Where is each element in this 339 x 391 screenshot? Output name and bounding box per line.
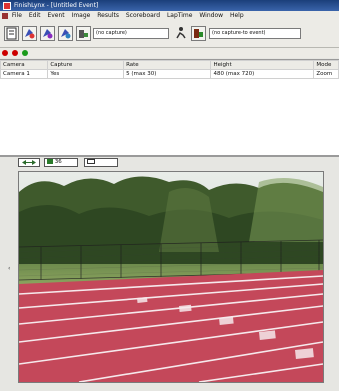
document-icon[interactable] [2, 12, 8, 19]
menu-window[interactable]: Window [199, 12, 223, 19]
cell-camera: Camera 1 [0, 69, 49, 79]
save-icon [61, 29, 71, 39]
stop-icon[interactable] [2, 50, 8, 56]
cell-capture: Yes [47, 69, 125, 79]
cell-rate: 5 (max 30) [123, 69, 212, 79]
video-frame[interactable] [18, 171, 324, 383]
capture-button[interactable] [76, 26, 91, 41]
menu-event[interactable]: Event [47, 12, 64, 19]
video-pane: 36 ‹ [0, 157, 339, 391]
menu-file[interactable]: File [12, 12, 22, 19]
camera-icon [79, 30, 88, 38]
menu-bar: File Edit Event Image Results Scoreboard… [0, 11, 339, 21]
pane-edge-marker: ‹ [8, 265, 11, 272]
runner-icon [176, 27, 186, 39]
camera-table: Camera Capture Rate Height Mode Camera 1… [0, 59, 339, 156]
cell-mode: Zoom [313, 69, 339, 79]
menu-laptime[interactable]: LapTime [167, 12, 193, 19]
menu-scoreboard[interactable]: Scoreboard [126, 12, 160, 19]
page-icon [6, 27, 17, 40]
track-image [19, 172, 323, 382]
col-rate[interactable]: Rate [123, 60, 212, 70]
results-button[interactable] [191, 26, 206, 41]
zoom-arrows-icon [22, 160, 36, 165]
col-camera[interactable]: Camera [0, 60, 49, 70]
table-header-row: Camera Capture Rate Height Mode [0, 60, 339, 70]
menu-help[interactable]: Help [230, 12, 244, 19]
cell-height: 480 (max 720) [210, 69, 315, 79]
title-bar: FinishLynx - [Untitled Event] [0, 0, 339, 11]
menu-results[interactable]: Results [97, 12, 119, 19]
fit-icon [87, 159, 95, 164]
camera-toolbar [0, 48, 339, 58]
toolbar: (no capture) (no capture-to event) [0, 21, 339, 48]
new-event-button[interactable] [4, 26, 19, 41]
save-button[interactable] [58, 26, 73, 41]
window-title: FinishLynx - [Untitled Event] [14, 2, 99, 9]
capture-to-combo[interactable]: (no capture-to event) [209, 28, 301, 39]
col-height[interactable]: Height [210, 60, 315, 70]
results-icon [194, 29, 203, 38]
col-mode[interactable]: Mode [313, 60, 339, 70]
folder-icon [43, 29, 53, 39]
zoom-value: 36 [54, 159, 62, 165]
event-icon [25, 29, 35, 39]
zoom-icon [47, 159, 53, 164]
menu-image[interactable]: Image [72, 12, 91, 19]
go-icon[interactable] [22, 50, 28, 56]
fit-button[interactable] [84, 158, 118, 167]
capture-combo[interactable]: (no capture) [93, 28, 169, 39]
table-row[interactable]: Camera 1 Yes 5 (max 30) 480 (max 720) Zo… [0, 69, 339, 79]
col-capture[interactable]: Capture [47, 60, 125, 70]
menu-edit[interactable]: Edit [29, 12, 41, 19]
zoom-arrows-button[interactable] [18, 158, 40, 167]
open-event-button[interactable] [22, 26, 37, 41]
zoom-level[interactable]: 36 [44, 158, 78, 167]
record-icon[interactable] [12, 50, 18, 56]
open-file-button[interactable] [40, 26, 55, 41]
evaluate-button[interactable] [174, 26, 189, 41]
app-icon [3, 1, 11, 10]
